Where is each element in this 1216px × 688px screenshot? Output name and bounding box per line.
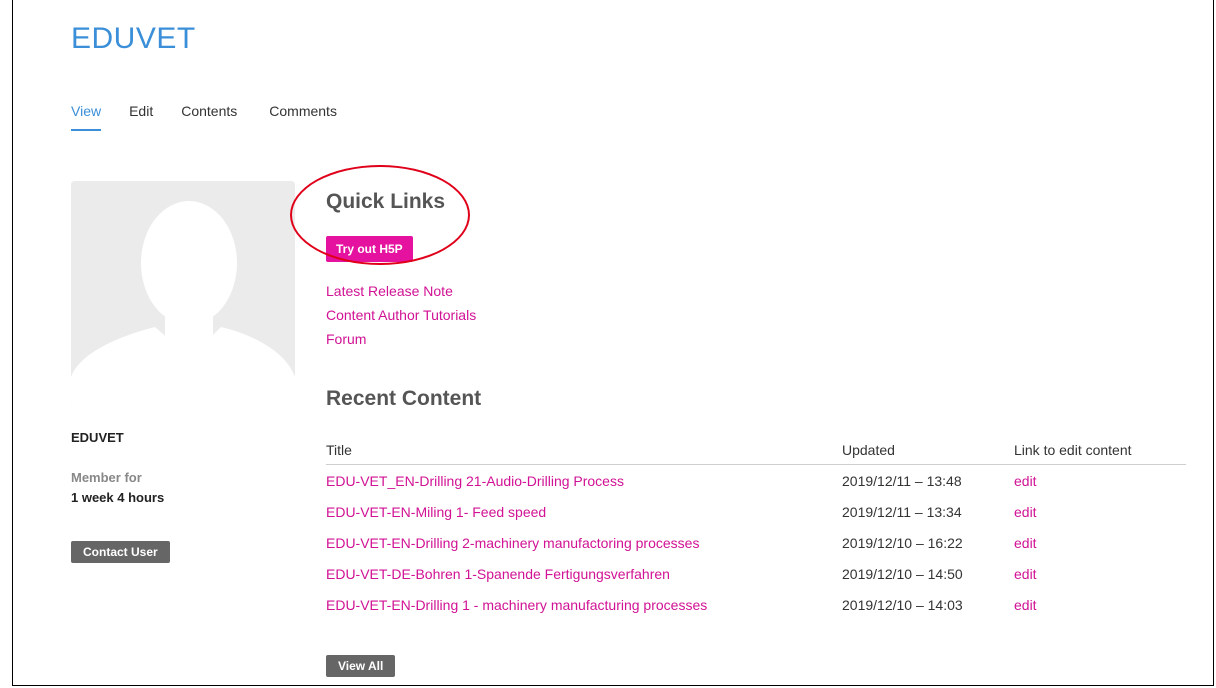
updated-cell: 2019/12/10 – 14:03 (842, 596, 963, 613)
avatar (71, 181, 295, 409)
content-title-link[interactable]: EDU-VET-DE-Bohren 1-Spanende Fertigungsv… (326, 566, 670, 582)
try-h5p-button[interactable]: Try out H5P (326, 236, 413, 262)
forum-link[interactable]: Forum (326, 327, 476, 351)
updated-cell: 2019/12/10 – 14:50 (842, 565, 963, 582)
edit-link[interactable]: edit (1014, 473, 1037, 489)
quick-links-heading: Quick Links (326, 190, 446, 213)
quick-links-list: Latest Release Note Content Author Tutor… (326, 279, 476, 351)
recent-content-heading: Recent Content (326, 387, 482, 410)
table-row: EDU-VET_EN-Drilling 21-Audio-Drilling Pr… (326, 465, 1186, 496)
tab-edit[interactable]: Edit (129, 103, 153, 131)
contact-user-button[interactable]: Contact User (71, 541, 170, 563)
table-row: EDU-VET-EN-Drilling 2-machinery manufact… (326, 527, 1186, 558)
table-header: Title Updated Link to edit content (326, 436, 1186, 465)
table-row: EDU-VET-EN-Drilling 1 - machinery manufa… (326, 589, 1186, 620)
member-for-value: 1 week 4 hours (71, 490, 165, 505)
latest-release-note-link[interactable]: Latest Release Note (326, 279, 476, 303)
edit-link[interactable]: edit (1014, 504, 1037, 520)
view-all-button[interactable]: View All (326, 655, 396, 677)
tab-bar: View Edit Contents Comments (71, 103, 365, 131)
recent-content-table: Title Updated Link to edit content EDU-V… (326, 436, 1186, 620)
content-title-link[interactable]: EDU-VET_EN-Drilling 21-Audio-Drilling Pr… (326, 473, 624, 489)
table-row: EDU-VET-DE-Bohren 1-Spanende Fertigungsv… (326, 558, 1186, 589)
tab-comments[interactable]: Comments (269, 103, 337, 131)
default-user-icon (71, 181, 295, 409)
profile-username: EDUVET (71, 430, 124, 445)
table-row: EDU-VET-EN-Miling 1- Feed speed 2019/12/… (326, 496, 1186, 527)
column-header-updated: Updated (842, 442, 895, 458)
edit-link[interactable]: edit (1014, 597, 1037, 613)
updated-cell: 2019/12/11 – 13:48 (842, 472, 962, 489)
page-title: EDUVET (71, 22, 196, 55)
member-for-label: Member for (71, 470, 142, 485)
updated-cell: 2019/12/11 – 13:34 (842, 503, 962, 520)
tab-contents[interactable]: Contents (181, 103, 237, 131)
content-title-link[interactable]: EDU-VET-EN-Drilling 1 - machinery manufa… (326, 597, 707, 613)
content-title-link[interactable]: EDU-VET-EN-Miling 1- Feed speed (326, 504, 546, 520)
edit-link[interactable]: edit (1014, 566, 1037, 582)
content-title-link[interactable]: EDU-VET-EN-Drilling 2-machinery manufact… (326, 535, 699, 551)
edit-link[interactable]: edit (1014, 535, 1037, 551)
content-author-tutorials-link[interactable]: Content Author Tutorials (326, 303, 476, 327)
updated-cell: 2019/12/10 – 16:22 (842, 534, 963, 551)
column-header-title: Title (326, 442, 352, 458)
column-header-edit: Link to edit content (1014, 442, 1132, 458)
tab-view[interactable]: View (71, 103, 102, 131)
